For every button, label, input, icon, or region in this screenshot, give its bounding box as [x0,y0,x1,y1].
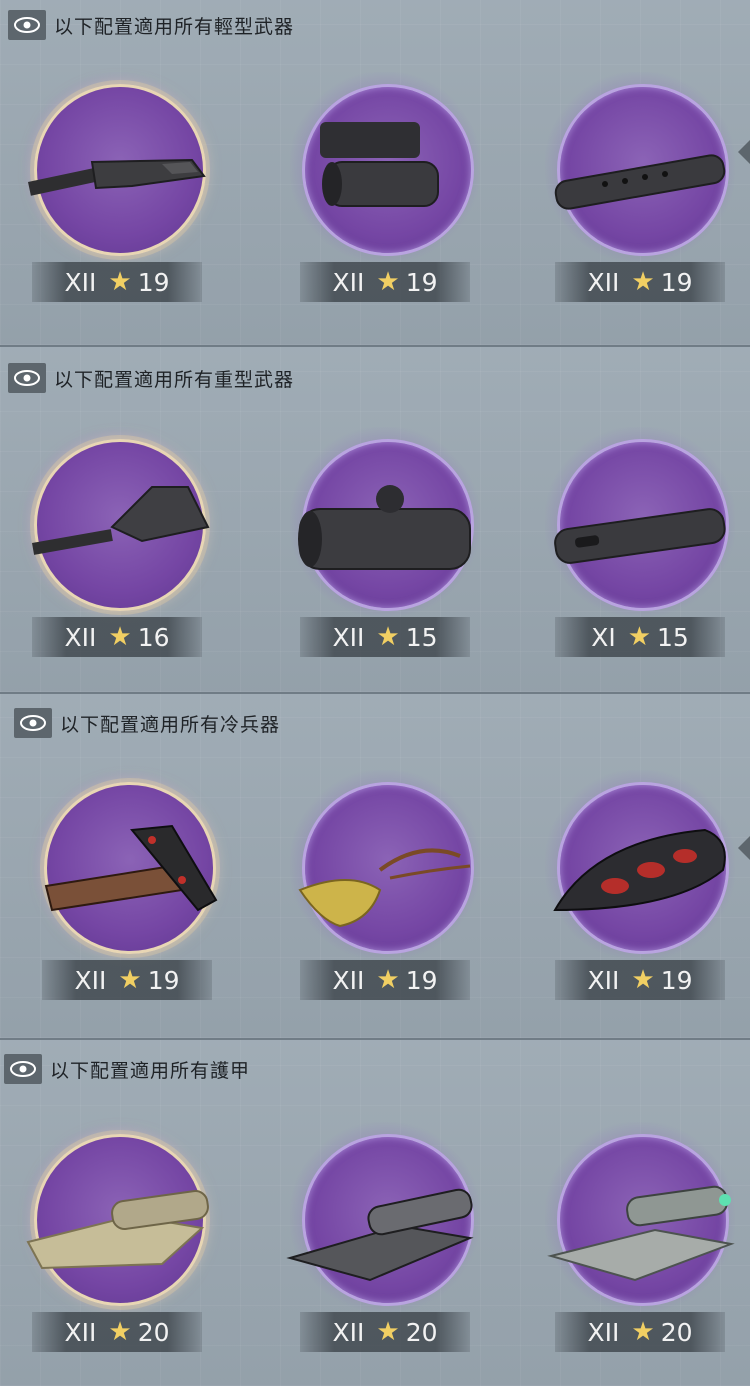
heavy-barrel-icon [554,508,726,564]
eye-icon[interactable] [14,708,52,738]
blade-hilt-icon [44,824,218,912]
item-slot[interactable]: XII ★ 19 [535,770,745,1010]
item-label: XII ★ 16 [32,617,202,657]
hex-plate-roll-icon [547,1185,735,1282]
section-title: 以下配置適用所有護甲 [50,1059,251,1082]
eye-icon[interactable] [8,10,46,40]
item-label: XII ★ 19 [300,960,470,1000]
section-light-weapons: 以下配置適用所有輕型武器 XII ★ 19 XII ★ 19 XII ★ 19 [0,0,750,347]
star-icon: ★ [376,267,400,297]
item-label: XII ★ 19 [300,262,470,302]
item-slot[interactable]: XI ★ 15 [535,427,745,667]
item-slot[interactable]: XII ★ 20 [535,1122,745,1362]
section-melee-weapons: 以下配置適用所有冷兵器 XII ★ 19 XII ★ 19 XII ★ 19 [0,694,750,1040]
scroll-right-arrow-icon[interactable] [738,836,750,860]
item-label: XII ★ 20 [300,1312,470,1352]
rifle-stock-icon [28,158,206,196]
chainmail-roll-icon [286,1188,474,1282]
star-icon: ★ [118,965,142,995]
section-title: 以下配置適用所有輕型武器 [54,15,295,38]
item-label: XI ★ 15 [555,617,725,657]
star-icon: ★ [376,622,400,652]
item-slot[interactable]: XII ★ 19 [535,72,745,312]
star-icon: ★ [376,965,400,995]
cloth-roll-icon [26,1190,209,1270]
item-label: XII ★ 20 [32,1312,202,1352]
section-header: 以下配置適用所有護甲 [4,1054,250,1084]
star-icon: ★ [108,1317,132,1347]
item-slot[interactable]: XII ★ 16 [12,427,222,667]
section-header: 以下配置適用所有冷兵器 [14,708,280,738]
item-slot[interactable]: XII ★ 19 [22,770,232,1010]
star-icon: ★ [631,1317,655,1347]
item-slot[interactable]: XII ★ 15 [280,427,490,667]
tassel-icon [298,848,471,928]
star-icon: ★ [108,622,132,652]
heavy-stock-icon [32,486,210,555]
section-header: 以下配置適用所有輕型武器 [8,10,294,40]
star-icon: ★ [631,267,655,297]
star-icon: ★ [631,965,655,995]
item-slot[interactable]: XII ★ 19 [12,72,222,312]
star-icon: ★ [108,267,132,297]
section-header: 以下配置適用所有重型武器 [8,363,294,393]
item-slot[interactable]: XII ★ 19 [280,770,490,1010]
eye-icon[interactable] [4,1054,42,1084]
item-label: XII ★ 20 [555,1312,725,1352]
scope-icon [320,122,439,207]
star-icon: ★ [376,1317,400,1347]
item-label: XII ★ 19 [555,262,725,302]
item-label: XII ★ 19 [32,262,202,302]
section-title: 以下配置適用所有重型武器 [54,368,295,391]
item-label: XII ★ 15 [300,617,470,657]
section-title: 以下配置適用所有冷兵器 [60,713,281,736]
barrel-icon [554,154,726,210]
section-armor: 以下配置適用所有護甲 XII ★ 20 XII ★ 20 XII ★ 20 [0,1040,750,1386]
item-label: XII ★ 19 [555,960,725,1000]
item-slot[interactable]: XII ★ 20 [12,1122,222,1362]
section-heavy-weapons: 以下配置適用所有重型武器 XII ★ 16 XII ★ 15 XI ★ 15 [0,347,750,694]
star-icon: ★ [627,622,651,652]
eye-icon[interactable] [8,363,46,393]
item-label: XII ★ 19 [42,960,212,1000]
scroll-right-arrow-icon[interactable] [738,140,750,164]
item-slot[interactable]: XII ★ 19 [280,72,490,312]
ornament-icon [553,828,726,912]
item-slot[interactable]: XII ★ 20 [280,1122,490,1362]
heavy-scope-icon [298,485,471,570]
